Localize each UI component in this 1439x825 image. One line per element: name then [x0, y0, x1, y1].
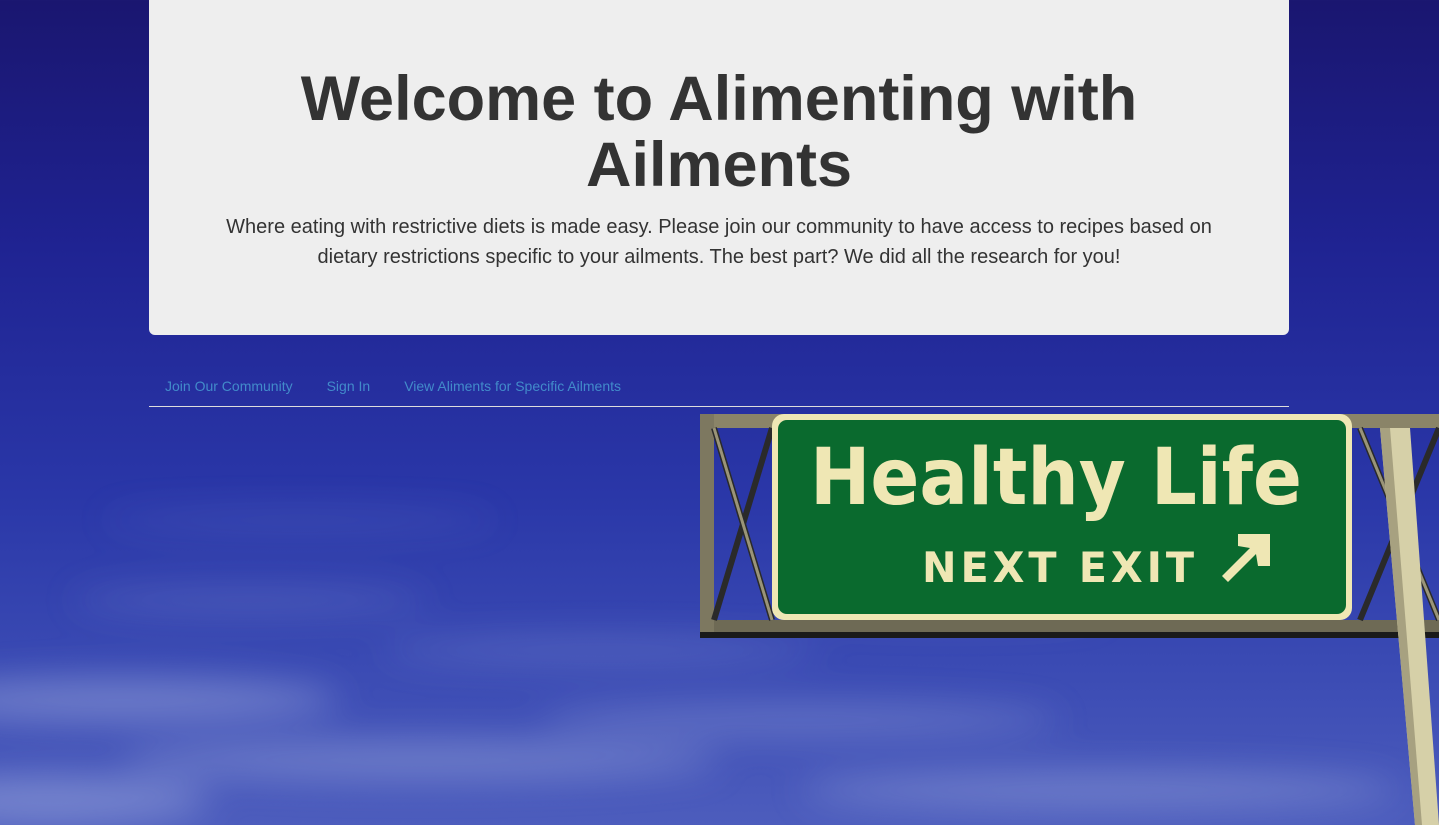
nav-item-aliments: View Aliments for Specific Ailments [388, 366, 639, 394]
main-nav: Join Our Community Sign In View Aliments… [149, 366, 1289, 407]
page-title: Welcome to Alimenting with Ailments [300, 64, 1138, 200]
sign-in-link[interactable]: Sign In [311, 366, 387, 394]
view-aliments-link[interactable]: View Aliments for Specific Ailments [388, 366, 637, 394]
sign-line1-text: Healthy Life [810, 433, 1302, 523]
sign-panel: Healthy Life NEXT EXIT [772, 414, 1352, 620]
nav-item-join: Join Our Community [149, 366, 311, 394]
sign-line2-text: NEXT EXIT [922, 543, 1198, 592]
join-community-link[interactable]: Join Our Community [149, 366, 309, 394]
hero-panel: Welcome to Alimenting with Ailments Wher… [149, 0, 1289, 335]
nav-item-sign-in: Sign In [311, 366, 389, 394]
hero-description: Where eating with restrictive diets is m… [226, 216, 1212, 268]
highway-sign-image: Healthy Life NEXT EXIT [700, 412, 1439, 825]
